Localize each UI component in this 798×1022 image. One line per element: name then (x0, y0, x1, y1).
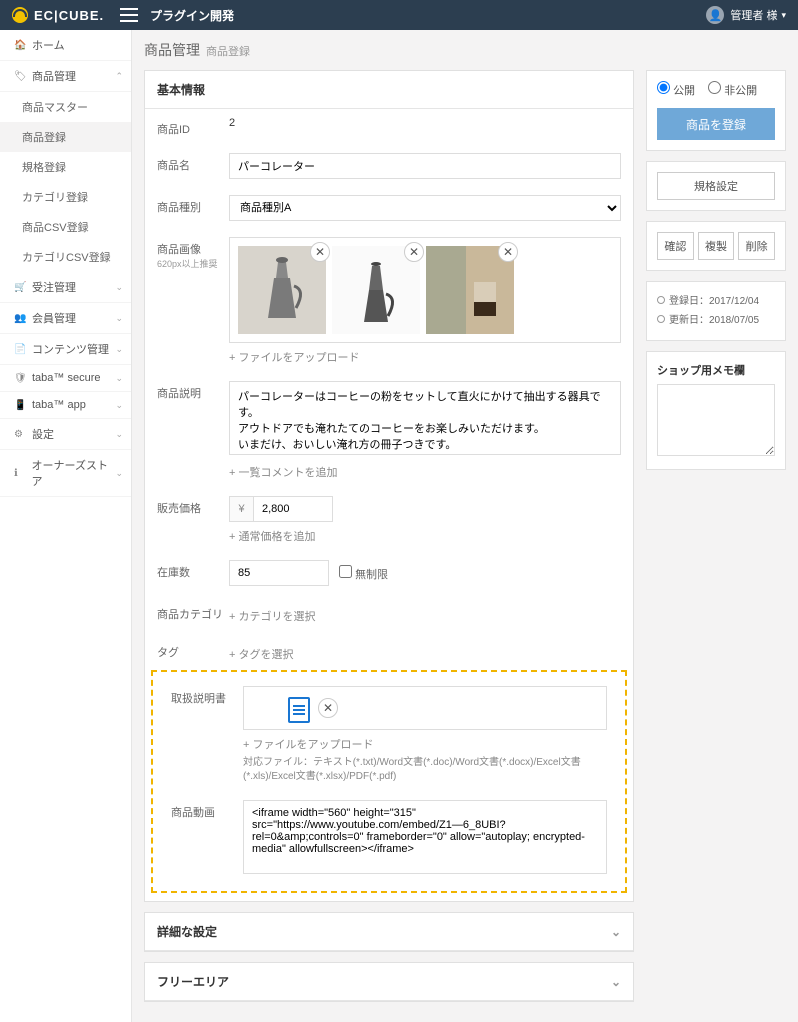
detail-panel[interactable]: 詳細な設定⌄ (144, 912, 634, 952)
date-info: 登録日：2017/12/04 更新日：2018/07/05 (646, 281, 786, 341)
chevron-icon: ⌄ (115, 282, 123, 293)
nav-icon: 🛡 (14, 373, 26, 384)
memo-textarea[interactable] (657, 384, 775, 456)
remove-image-icon[interactable]: ✕ (498, 242, 518, 262)
remove-file-icon[interactable]: ✕ (318, 698, 338, 718)
unlimited-checkbox[interactable]: 無制限 (339, 565, 388, 582)
nav-icon: ℹ (14, 468, 26, 479)
chevron-icon: ⌄ (115, 400, 123, 411)
spec-button[interactable]: 規格設定 (657, 172, 775, 200)
chevron-icon: ⌄ (115, 468, 123, 479)
sidebar-item-0[interactable]: 🏠ホーム (0, 30, 131, 61)
product-image-3[interactable]: ✕ (426, 246, 514, 334)
basic-info-panel: 基本情報 商品ID 2 商品名 商品種別 商品種別A 商品画像620 (144, 70, 634, 902)
nav-icon: 🏷 (14, 71, 26, 82)
add-normal-price-link[interactable]: 通常価格を追加 (229, 528, 315, 544)
nav-icon: 📄 (14, 344, 26, 355)
product-image-2[interactable]: ✕ (332, 246, 420, 334)
register-button[interactable]: 商品を登録 (657, 108, 775, 140)
sidebar-item-2[interactable]: 商品マスター (0, 92, 131, 122)
publish-radio-group[interactable]: 公開 非公開 (657, 81, 775, 98)
nav-icon: 📱 (14, 400, 26, 411)
chevron-icon: ⌄ (115, 344, 123, 355)
sidebar-item-12[interactable]: 📱taba™ app⌄ (0, 392, 131, 419)
product-id: 2 (229, 117, 621, 137)
page-plugin-title: プラグイン開発 (150, 7, 234, 24)
sidebar-item-4[interactable]: 規格登録 (0, 152, 131, 182)
sidebar-item-10[interactable]: 📄コンテンツ管理⌄ (0, 334, 131, 365)
sidebar-item-9[interactable]: 👥会員管理⌄ (0, 303, 131, 334)
breadcrumb: 商品管理商品登録 (144, 40, 786, 60)
upload-file-link[interactable]: ファイルをアップロード (229, 349, 359, 365)
chevron-icon: ⌄ (115, 373, 123, 384)
upload-manual-link[interactable]: ファイルをアップロード (243, 736, 373, 752)
sidebar: 🏠ホーム🏷商品管理⌃商品マスター商品登録規格登録カテゴリ登録商品CSV登録カテゴ… (0, 30, 132, 1022)
product-name-input[interactable] (229, 153, 621, 179)
confirm-button[interactable]: 確認 (657, 232, 694, 260)
chevron-icon: ⌃ (115, 71, 123, 82)
sidebar-item-1[interactable]: 🏷商品管理⌃ (0, 61, 131, 92)
video-textarea[interactable] (243, 800, 607, 874)
nav-icon: ⚙ (14, 429, 26, 440)
stock-input[interactable] (229, 560, 329, 586)
product-type-select[interactable]: 商品種別A (229, 195, 621, 221)
remove-image-icon[interactable]: ✕ (310, 242, 330, 262)
add-comment-link[interactable]: 一覧コメントを追加 (229, 464, 337, 480)
sidebar-item-8[interactable]: 🛒受注管理⌄ (0, 272, 131, 303)
copy-button[interactable]: 複製 (698, 232, 735, 260)
chevron-down-icon: ⌄ (611, 925, 621, 939)
sidebar-item-14[interactable]: ℹオーナーズストア⌄ (0, 450, 131, 497)
logo: EC|CUBE. (12, 7, 120, 23)
nav-icon: 🛒 (14, 282, 26, 293)
sidebar-item-6[interactable]: 商品CSV登録 (0, 212, 131, 242)
user-menu[interactable]: 👤 管理者 様 ▾ (706, 6, 786, 24)
nav-icon: 🏠 (14, 40, 26, 51)
sidebar-item-11[interactable]: 🛡taba™ secure⌄ (0, 365, 131, 392)
plugin-fields-highlight: 取扱説明書 ✕ ファイルをアップロード 対応ファイル：テキスト(*.txt)/W… (151, 670, 627, 893)
chevron-down-icon: ⌄ (611, 975, 621, 989)
menu-toggle-icon[interactable] (120, 8, 138, 22)
remove-image-icon[interactable]: ✕ (404, 242, 424, 262)
description-textarea[interactable] (229, 381, 621, 455)
select-tag-link[interactable]: タグを選択 (229, 646, 293, 662)
chevron-down-icon: ▾ (781, 10, 786, 21)
price-input[interactable] (253, 496, 333, 522)
sidebar-item-13[interactable]: ⚙設定⌄ (0, 419, 131, 450)
product-image-1[interactable]: ✕ (238, 246, 326, 334)
sidebar-item-5[interactable]: カテゴリ登録 (0, 182, 131, 212)
select-category-link[interactable]: カテゴリを選択 (229, 608, 315, 624)
nav-icon: 👥 (14, 313, 26, 324)
sidebar-item-3[interactable]: 商品登録 (0, 122, 131, 152)
memo-label: ショップ用メモ欄 (657, 362, 775, 378)
chevron-icon: ⌄ (115, 429, 123, 440)
free-area-panel[interactable]: フリーエリア⌄ (144, 962, 634, 1002)
manual-file-box: ✕ (243, 686, 607, 730)
chevron-icon: ⌄ (115, 313, 123, 324)
currency-label: ¥ (229, 496, 253, 522)
delete-button[interactable]: 削除 (738, 232, 775, 260)
avatar-icon: 👤 (706, 6, 724, 24)
sidebar-item-7[interactable]: カテゴリCSV登録 (0, 242, 131, 272)
manual-hint: 対応ファイル：テキスト(*.txt)/Word文書(*.doc)/Word文書(… (243, 756, 607, 784)
basic-heading: 基本情報 (145, 71, 633, 109)
product-images: ✕ ✕ ✕ (229, 237, 621, 343)
document-icon (288, 697, 310, 723)
